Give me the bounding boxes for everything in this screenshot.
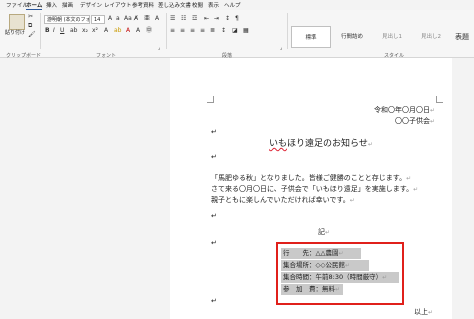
justify-icon[interactable]: ≡ — [200, 27, 205, 35]
multilevel-list-icon[interactable]: ☲ — [192, 15, 197, 23]
body-text-3: 親子ともに楽しんでいただければ幸いです。 — [211, 196, 350, 204]
shrink-font-icon[interactable]: a — [116, 15, 120, 23]
borders-icon[interactable]: ▦ — [243, 27, 249, 35]
org-line: 〇〇子供会↵ — [395, 116, 435, 126]
menu-file[interactable]: ファイル — [6, 1, 28, 9]
menu-view[interactable]: 表示 — [208, 1, 219, 9]
style-heading2[interactable]: 見出し2 — [413, 26, 449, 48]
char-shading-icon[interactable]: A — [136, 27, 140, 35]
strikethrough-icon[interactable]: ab — [70, 27, 78, 35]
shading-icon[interactable]: ◪ — [232, 27, 238, 35]
format-painter-icon[interactable]: 🖌 — [28, 31, 36, 39]
phonetic-guide-icon[interactable]: 亜 — [144, 15, 150, 23]
change-case-icon[interactable]: Aa — [124, 15, 132, 23]
margin-mark-right — [436, 96, 443, 103]
clear-format-icon[interactable]: A̸ — [134, 15, 138, 23]
grow-font-icon[interactable]: A — [108, 15, 112, 23]
text-effects-icon[interactable]: A — [104, 27, 108, 35]
title-misspelled-part: いも — [269, 139, 288, 149]
menu-bar: ファイル ホーム 挿入 描画 デザイン レイアウト 参考資料 差し込み文書 校閲… — [0, 0, 474, 10]
margin-mark-left — [207, 96, 214, 103]
menu-review[interactable]: 校閲 — [192, 1, 203, 9]
body-text-1: 「馬肥ゆる秋」となりました。皆様ご健勝のことと存じます。 — [211, 174, 407, 182]
date-line: 令和〇年〇月〇日↵ — [374, 105, 435, 115]
char-border-icon[interactable]: A — [155, 15, 159, 23]
font-size-select[interactable]: 14 — [91, 15, 105, 24]
style-title[interactable]: 表題 — [451, 26, 473, 48]
left-margin-area — [0, 58, 170, 319]
return-mark-icon: ↵ — [430, 118, 436, 125]
ribbon: 貼り付け ✂ ⧉ 🖌 クリップボード 游明朝 (本文のフォント) 14 A a … — [0, 10, 474, 59]
subscript-icon[interactable]: x₂ — [82, 27, 88, 35]
style-heading1[interactable]: 見出し1 — [373, 26, 411, 48]
distribute-icon[interactable]: ≣ — [210, 27, 215, 35]
menu-layout[interactable]: レイアウト — [104, 1, 132, 9]
date-text: 令和〇年〇月〇日 — [374, 106, 430, 114]
font-name-select[interactable]: 游明朝 (本文のフォント) — [44, 15, 90, 24]
increase-indent-icon[interactable]: ⇥ — [214, 15, 219, 23]
body-line-2: さて来る〇月〇日に、子供会で「いもほり遠足」を実施します。↵ — [211, 184, 418, 194]
menu-insert[interactable]: 挿入 — [46, 1, 57, 9]
copy-icon[interactable]: ⧉ — [28, 22, 32, 30]
body-text-2: さて来る〇月〇日に、子供会で「いもほり遠足」を実施します。 — [211, 185, 414, 193]
bullets-icon[interactable]: ☰ — [170, 15, 175, 23]
return-mark-icon: ↵ — [406, 175, 412, 182]
return-mark-icon: ↵ — [413, 186, 419, 193]
style-no-spacing[interactable]: 行間詰め — [333, 26, 371, 48]
bold-icon[interactable]: B — [45, 27, 50, 35]
menu-draw[interactable]: 描画 — [62, 1, 73, 9]
font-color-icon[interactable]: A — [126, 27, 130, 35]
italic-icon[interactable]: I — [53, 27, 55, 35]
title-rest: ほり遠足のお知らせ — [287, 139, 368, 149]
cut-icon[interactable]: ✂ — [28, 13, 33, 21]
align-right-icon[interactable]: ≡ — [190, 27, 195, 35]
return-mark-icon: ↵ — [211, 297, 217, 305]
enclose-char-icon[interactable]: ㊥ — [146, 27, 152, 35]
align-left-icon[interactable]: ≡ — [170, 27, 175, 35]
return-mark-icon: ↵ — [428, 309, 434, 316]
paste-button[interactable]: 貼り付け — [5, 29, 25, 36]
body-line-1: 「馬肥ゆる秋」となりました。皆様ご健勝のことと存じます。↵ — [211, 173, 411, 183]
menu-help[interactable]: ヘルプ — [224, 1, 241, 9]
ki-text: 記 — [318, 228, 325, 236]
align-center-icon[interactable]: ≡ — [180, 27, 185, 35]
return-mark-icon: ↵ — [430, 107, 436, 114]
return-mark-icon: ↵ — [367, 141, 373, 148]
return-mark-icon: ↵ — [349, 197, 355, 204]
return-mark-icon: ↵ — [211, 153, 217, 161]
closing-line: 以上↵ — [414, 307, 433, 317]
superscript-icon[interactable]: x² — [92, 27, 98, 35]
font-dialog-launcher-icon[interactable]: ⌟ — [158, 44, 160, 52]
menu-home[interactable]: ホーム — [26, 1, 43, 10]
menu-design[interactable]: デザイン — [80, 1, 102, 9]
divider — [40, 13, 41, 49]
menu-references[interactable]: 参考資料 — [132, 1, 154, 9]
return-mark-icon: ↵ — [211, 212, 217, 220]
sort-icon[interactable]: ↕ — [225, 15, 230, 23]
decrease-indent-icon[interactable]: ⇤ — [204, 15, 209, 23]
document-title: いもほり遠足のお知らせ↵ — [269, 136, 373, 149]
style-normal[interactable]: 標準 — [291, 26, 331, 48]
numbering-icon[interactable]: ☷ — [181, 15, 186, 23]
divider — [166, 13, 167, 49]
return-mark-icon: ↵ — [325, 229, 331, 236]
ki-heading: 記↵ — [318, 227, 330, 237]
return-mark-icon: ↵ — [211, 239, 217, 247]
paragraph-dialog-launcher-icon[interactable]: ⌟ — [280, 44, 282, 52]
show-marks-icon[interactable]: ¶ — [235, 15, 239, 23]
divider — [287, 13, 288, 49]
menu-mailings[interactable]: 差し込み文書 — [158, 1, 191, 9]
underline-icon[interactable]: U — [60, 27, 64, 35]
org-text: 〇〇子供会 — [395, 117, 430, 125]
right-margin-area — [452, 58, 474, 319]
return-mark-icon: ↵ — [211, 128, 217, 136]
closing-text: 以上 — [414, 308, 428, 316]
paste-icon[interactable] — [9, 14, 25, 30]
highlight-icon[interactable]: ab — [114, 27, 122, 35]
line-spacing-icon[interactable]: ↕ — [221, 27, 226, 35]
highlight-box — [276, 242, 404, 305]
body-line-3: 親子ともに楽しんでいただければ幸いです。↵ — [211, 195, 355, 205]
